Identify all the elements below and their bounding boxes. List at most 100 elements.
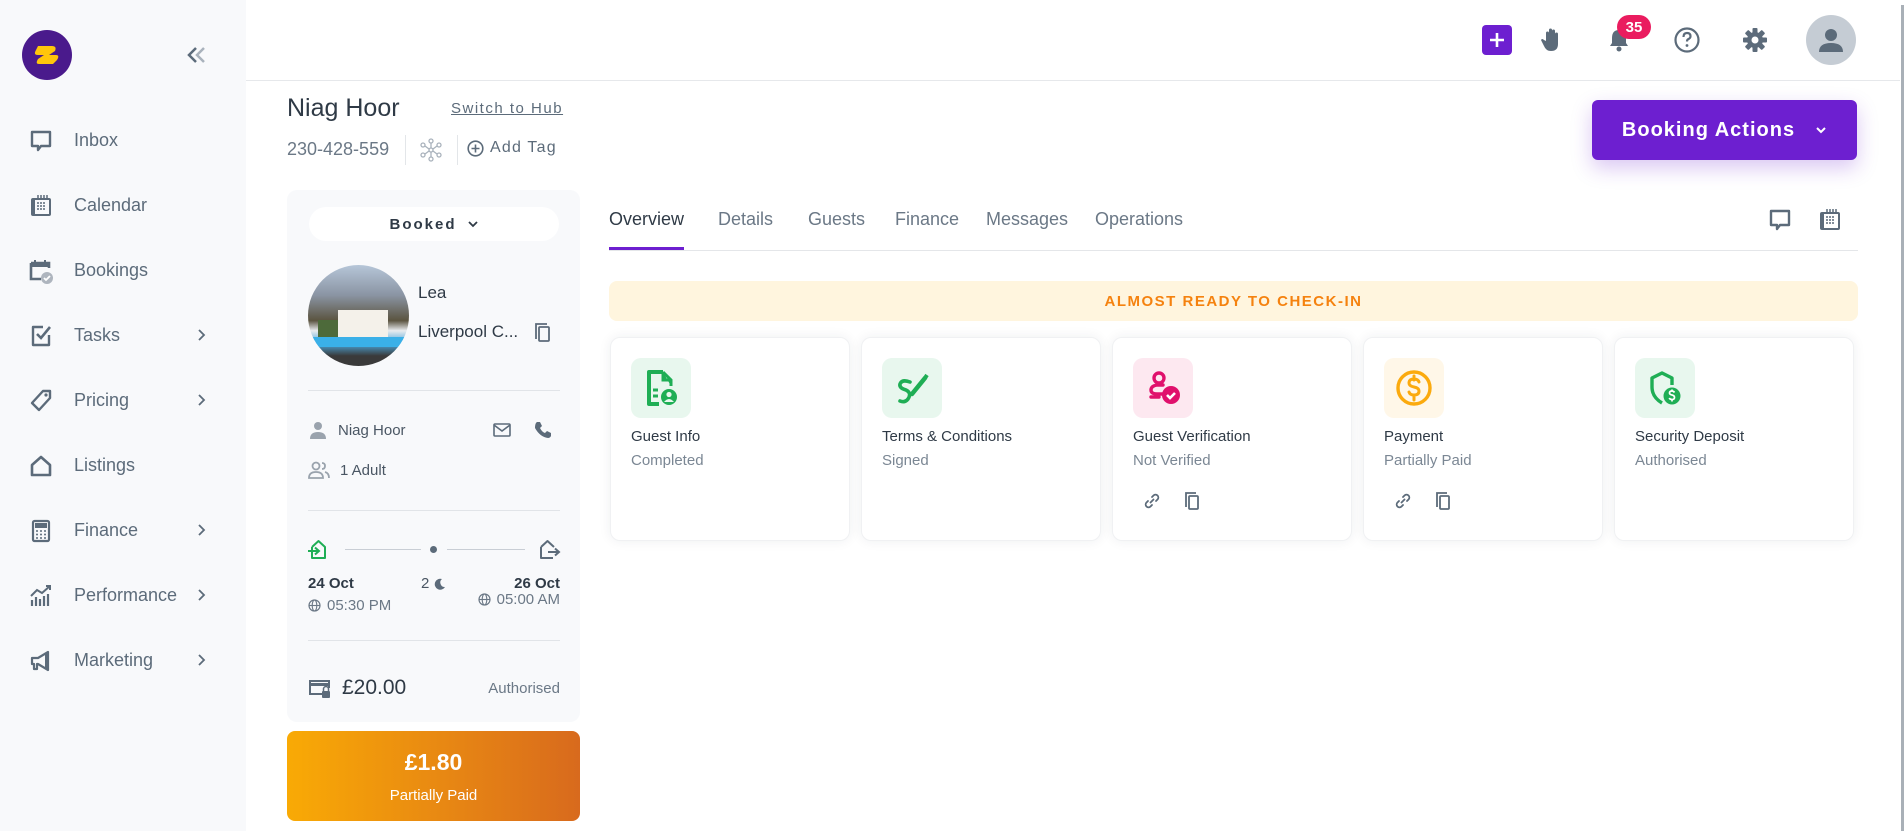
moon-icon: [435, 578, 446, 590]
card-lock-icon: [309, 680, 330, 698]
sidebar-item-bookings[interactable]: Bookings: [0, 238, 246, 303]
nights-value: 2: [421, 575, 430, 592]
guest-info-card[interactable]: Guest Info Completed: [610, 337, 850, 541]
guest-verification-card[interactable]: Guest Verification Not Verified: [1112, 337, 1352, 541]
booking-actions-button[interactable]: Booking Actions: [1592, 100, 1857, 160]
chevron-right-icon: [198, 524, 206, 536]
security-deposit-status: Authorised: [488, 680, 560, 697]
calendar-icon: [28, 193, 54, 219]
check-out-icon: [540, 540, 561, 559]
chevron-right-icon: [198, 589, 206, 601]
collapse-sidebar-button[interactable]: [184, 42, 210, 68]
sidebar-item-label: Tasks: [74, 325, 121, 345]
property-photo[interactable]: [308, 265, 409, 366]
globe-icon: [478, 593, 491, 606]
copy-link-button[interactable]: [1141, 490, 1163, 512]
sidebar-item-label: Performance: [74, 585, 178, 605]
link-icon: [1395, 493, 1411, 509]
check-in-time: 05:30 PM: [308, 597, 391, 614]
copy-icon: [1436, 492, 1450, 510]
add-tag-button[interactable]: Add Tag: [467, 139, 557, 157]
nights-count: 2: [421, 575, 446, 592]
tab-details[interactable]: Details: [718, 209, 773, 250]
check-in-icon: [308, 540, 326, 559]
copy-icon[interactable]: [532, 321, 552, 343]
copy-icon: [1185, 492, 1199, 510]
sidebar-item-calendar[interactable]: Calendar: [0, 173, 246, 238]
people-icon: [308, 461, 330, 479]
app-logo[interactable]: [22, 30, 72, 80]
card-status: Completed: [631, 452, 704, 469]
chevron-right-icon: [198, 394, 206, 406]
tab-messages[interactable]: Messages: [986, 209, 1068, 250]
guest-count: 1 Adult: [340, 461, 386, 479]
chevron-down-icon: [467, 221, 478, 228]
email-icon[interactable]: [492, 420, 512, 440]
create-new-button[interactable]: [1482, 25, 1512, 55]
notification-count-badge: 35: [1617, 15, 1651, 39]
switch-to-hub-link[interactable]: Switch to Hub: [451, 100, 563, 117]
copy-link-button[interactable]: [1392, 490, 1414, 512]
user-avatar-button[interactable]: [1806, 15, 1856, 65]
page-title: Niag Hoor: [287, 94, 400, 122]
check-in-date: 24 Oct: [308, 575, 354, 592]
sidebar-item-label: Pricing: [74, 390, 130, 410]
tab-operations[interactable]: Operations: [1095, 209, 1183, 250]
guest-count-row: 1 Adult: [308, 460, 386, 480]
signature-icon: [882, 358, 942, 418]
tab-finance[interactable]: Finance: [895, 209, 959, 250]
balance-due-card[interactable]: £1.80 Partially Paid: [287, 731, 580, 821]
tab-overview[interactable]: Overview: [609, 209, 685, 250]
sidebar-item-pricing[interactable]: Pricing: [0, 368, 246, 433]
tab-guests[interactable]: Guests: [808, 209, 865, 250]
calculator-icon: [28, 518, 54, 544]
sidebar-item-performance[interactable]: Performance: [0, 563, 246, 628]
sidebar-item-tasks[interactable]: Tasks: [0, 303, 246, 368]
phone-icon[interactable]: [533, 420, 553, 440]
booking-status-label: Booked: [389, 215, 457, 233]
open-calendar-button[interactable]: [1816, 206, 1844, 234]
check-out-time: 05:00 AM: [478, 591, 560, 608]
hand-raise-button[interactable]: [1536, 24, 1568, 56]
copy-button[interactable]: [1181, 490, 1203, 512]
chevron-down-icon: [1816, 127, 1826, 134]
sidebar-item-label: Calendar: [74, 195, 148, 215]
balance-status: Partially Paid: [389, 787, 478, 804]
sidebar-item-listings[interactable]: Listings: [0, 433, 246, 498]
contact-row: Niag Hoor: [308, 420, 406, 440]
timeline-line: [345, 549, 421, 550]
divider: [308, 510, 560, 511]
hand-icon: [1541, 28, 1558, 51]
security-deposit-card[interactable]: Security Deposit Authorised: [1614, 337, 1854, 541]
globe-icon: [308, 599, 321, 612]
sidebar-nav: Inbox Calendar Bookings Tasks Pricing Li…: [0, 108, 246, 693]
terms-conditions-card[interactable]: Terms & Conditions Signed: [861, 337, 1101, 541]
check-out-date: 26 Oct: [514, 575, 560, 592]
settings-button[interactable]: [1739, 24, 1771, 56]
double-chevron-left-icon: [187, 47, 205, 63]
channel-network-icon[interactable]: [419, 138, 443, 162]
divider: [308, 390, 560, 391]
booking-status-dropdown[interactable]: Booked: [309, 207, 559, 241]
user-icon: [1819, 29, 1843, 52]
payment-card[interactable]: Payment Partially Paid: [1363, 337, 1603, 541]
sidebar-item-finance[interactable]: Finance: [0, 498, 246, 563]
megaphone-icon: [28, 648, 54, 674]
copy-button[interactable]: [1432, 490, 1454, 512]
divider: [308, 640, 560, 641]
timeline-line: [447, 549, 525, 550]
sidebar-item-label: Inbox: [74, 130, 119, 150]
task-check-icon: [28, 323, 54, 349]
card-status: Not Verified: [1133, 452, 1211, 469]
sidebar-item-marketing[interactable]: Marketing: [0, 628, 246, 693]
chevron-right-icon: [198, 329, 206, 341]
card-title: Terms & Conditions: [882, 428, 1013, 445]
property-name[interactable]: Liverpool C...: [418, 322, 518, 342]
guest-first-name: Lea: [418, 283, 447, 302]
help-button[interactable]: [1671, 24, 1703, 56]
person-icon: [310, 422, 326, 439]
calendar-check-icon: [28, 258, 54, 284]
open-messages-button[interactable]: [1766, 206, 1794, 234]
divider: [405, 135, 406, 165]
sidebar-item-inbox[interactable]: Inbox: [0, 108, 246, 173]
